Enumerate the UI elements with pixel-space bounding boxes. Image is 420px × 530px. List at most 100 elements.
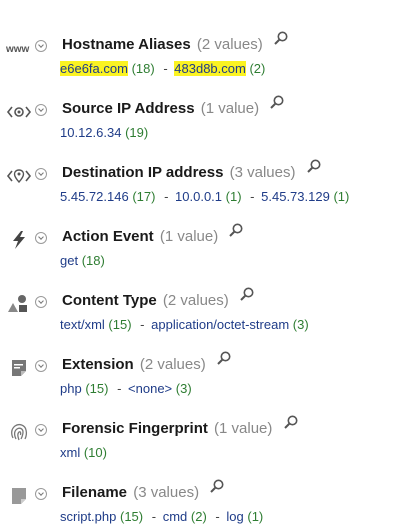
- value-link[interactable]: get: [60, 253, 78, 268]
- chevron-down-icon[interactable]: [35, 40, 47, 52]
- chevron-down-icon[interactable]: [35, 232, 47, 244]
- value-separator: -: [250, 189, 255, 204]
- value-separator: -: [164, 189, 169, 204]
- field-filename: Filename (3 values) script.php (15) - cm…: [0, 478, 420, 530]
- chevron-down-icon[interactable]: [35, 168, 47, 180]
- value-link[interactable]: xml: [60, 445, 80, 460]
- field-title-row: Source IP Address (1 value): [62, 95, 285, 120]
- field-extension: Extension (2 values) php (15) - <none> (…: [0, 350, 420, 414]
- search-icon[interactable]: [283, 414, 299, 430]
- lightning-icon: [6, 230, 32, 250]
- field-values: 5.45.72.146 (17) - 10.0.0.1 (1) - 5.45.7…: [60, 188, 349, 206]
- value-link[interactable]: php: [60, 381, 82, 396]
- value-link[interactable]: 10.0.0.1: [175, 189, 222, 204]
- value-count: (3): [292, 317, 309, 332]
- value-count: (2): [190, 509, 207, 524]
- chevron-down-icon[interactable]: [35, 360, 47, 372]
- search-icon[interactable]: [273, 30, 289, 46]
- field-title-row: Hostname Aliases (2 values): [62, 31, 289, 56]
- value-separator: -: [117, 381, 122, 396]
- value-count: (3): [175, 381, 192, 396]
- field-values: e6e6fa.com (18) - 483d8b.com (2): [60, 60, 265, 78]
- value-link[interactable]: application/octet-stream: [151, 317, 289, 332]
- field-value-count: (2 values): [196, 36, 263, 53]
- value-count: (15): [120, 509, 144, 524]
- value-separator: -: [151, 509, 157, 524]
- field-hostname-aliases: www Hostname Aliases (2 values) e6e6fa.c…: [0, 30, 420, 94]
- field-value-count: (3 values): [229, 164, 296, 181]
- field-title-row: Content Type (2 values): [62, 287, 255, 312]
- field-value-count: (1 value): [214, 420, 273, 437]
- field-title-row: Extension (2 values): [62, 351, 232, 376]
- field-title-row: Destination IP address (3 values): [62, 159, 322, 184]
- value-count: (19): [125, 125, 149, 140]
- file-icon: [6, 486, 32, 506]
- value-count: (18): [81, 253, 105, 268]
- value-separator: -: [215, 509, 220, 524]
- field-destination-ip-address: Destination IP address (3 values) 5.45.7…: [0, 158, 420, 222]
- chevron-down-icon[interactable]: [35, 296, 47, 308]
- field-values: xml (10): [60, 444, 107, 462]
- fingerprint-icon: [6, 422, 32, 442]
- field-name: Hostname Aliases: [62, 36, 191, 53]
- value-link[interactable]: <none>: [128, 381, 172, 396]
- chevron-down-icon[interactable]: [35, 424, 47, 436]
- search-icon[interactable]: [216, 350, 232, 366]
- value-link[interactable]: e6e6fa.com: [60, 61, 128, 76]
- field-name: Source IP Address: [62, 100, 195, 117]
- value-count: (18): [131, 61, 155, 76]
- field-values: 10.12.6.34 (19): [60, 124, 148, 142]
- source-ip-icon: [6, 102, 32, 122]
- search-icon[interactable]: [306, 158, 322, 174]
- field-title-row: Filename (3 values): [62, 479, 225, 504]
- value-count: (1): [247, 509, 264, 524]
- value-count: (10): [83, 445, 107, 460]
- field-title-row: Forensic Fingerprint (1 value): [62, 415, 299, 440]
- field-name: Destination IP address: [62, 164, 224, 181]
- value-count: (17): [132, 189, 156, 204]
- value-separator: -: [140, 317, 145, 332]
- shapes-icon: [6, 294, 32, 314]
- value-link[interactable]: 10.12.6.34: [60, 125, 121, 140]
- field-name: Content Type: [62, 292, 157, 309]
- value-link[interactable]: 5.45.72.146: [60, 189, 129, 204]
- value-link[interactable]: 483d8b.com: [174, 61, 246, 76]
- value-count: (1): [333, 189, 350, 204]
- file-extension-icon: [6, 358, 32, 378]
- search-icon[interactable]: [239, 286, 255, 302]
- value-count: (15): [85, 381, 109, 396]
- field-name: Forensic Fingerprint: [62, 420, 208, 437]
- value-count: (15): [108, 317, 132, 332]
- www-icon: www: [6, 38, 32, 58]
- value-separator: -: [163, 61, 168, 76]
- svg-text:www: www: [6, 44, 30, 54]
- field-values: php (15) - <none> (3): [60, 380, 192, 398]
- field-name: Filename: [62, 484, 128, 501]
- field-values: text/xml (15) - application/octet-stream…: [60, 316, 309, 334]
- field-forensic-fingerprint: Forensic Fingerprint (1 value) xml (10): [0, 414, 420, 478]
- field-name: Extension: [62, 356, 134, 373]
- value-link[interactable]: script.php: [60, 509, 116, 524]
- destination-ip-icon: [6, 166, 32, 186]
- field-content-type: Content Type (2 values) text/xml (15) - …: [0, 286, 420, 350]
- value-count: (1): [225, 189, 242, 204]
- value-link[interactable]: 5.45.73.129: [261, 189, 330, 204]
- field-name: Action Event: [62, 228, 154, 245]
- field-values: get (18): [60, 252, 105, 270]
- field-value-count: (2 values): [162, 292, 229, 309]
- value-link[interactable]: text/xml: [60, 317, 105, 332]
- value-link[interactable]: cmd: [163, 509, 188, 524]
- search-icon[interactable]: [228, 222, 244, 238]
- chevron-down-icon[interactable]: [35, 488, 47, 500]
- field-action-event: Action Event (1 value) get (18): [0, 222, 420, 286]
- field-value-count: (1 value): [200, 100, 260, 117]
- search-icon[interactable]: [209, 478, 225, 494]
- field-value-count: (1 value): [159, 228, 219, 245]
- search-icon[interactable]: [269, 94, 285, 110]
- value-link[interactable]: log: [226, 509, 243, 524]
- field-title-row: Action Event (1 value): [62, 223, 244, 248]
- field-values: script.php (15) - cmd (2) - log (1): [60, 508, 263, 526]
- chevron-down-icon[interactable]: [35, 104, 47, 116]
- field-source-ip-address: Source IP Address (1 value) 10.12.6.34 (…: [0, 94, 420, 158]
- field-value-count: (3 values): [133, 484, 200, 501]
